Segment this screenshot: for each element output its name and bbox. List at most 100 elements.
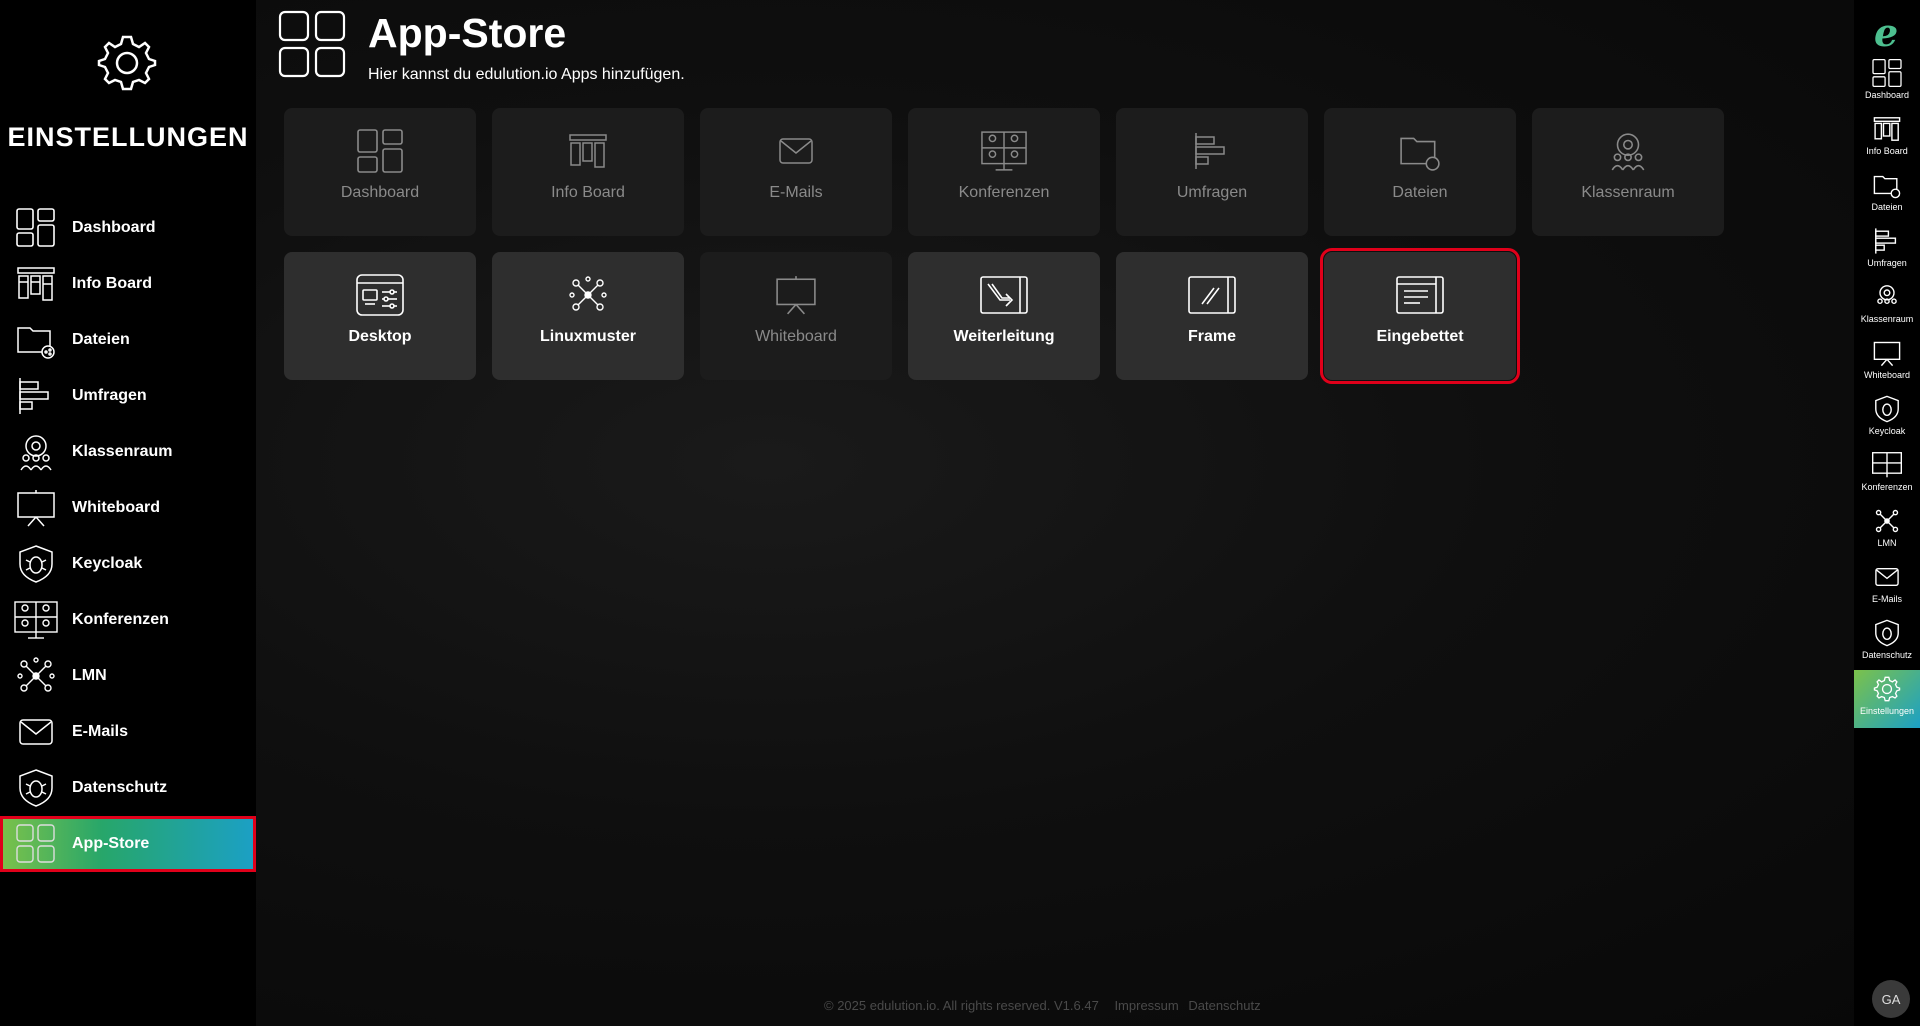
shield-icon bbox=[1871, 618, 1903, 648]
app-tile-label: Desktop bbox=[348, 328, 412, 345]
page-title: App-Store bbox=[368, 10, 567, 56]
footer-impressum-link[interactable]: Impressum bbox=[1114, 998, 1178, 1013]
classroom-icon bbox=[1602, 128, 1654, 174]
info-board-icon bbox=[1871, 114, 1903, 144]
dashboard-icon bbox=[1871, 58, 1903, 88]
sidebar-item-keycloak[interactable]: Keycloak bbox=[0, 536, 256, 592]
app-tile-conferences[interactable]: Konferenzen bbox=[908, 108, 1100, 236]
app-tile-emails[interactable]: E-Mails bbox=[700, 108, 892, 236]
sidebar-item-label: Dateien bbox=[72, 331, 130, 348]
info-board-icon bbox=[16, 264, 56, 304]
app-tile-surveys[interactable]: Umfragen bbox=[1116, 108, 1308, 236]
app-tile-desktop[interactable]: Desktop bbox=[284, 252, 476, 380]
whiteboard-icon bbox=[16, 488, 56, 528]
gear-icon bbox=[97, 35, 157, 91]
app-tile-whiteboard[interactable]: Whiteboard bbox=[700, 252, 892, 380]
shield-icon bbox=[16, 768, 56, 808]
embedded-icon bbox=[1394, 272, 1446, 318]
dashboard-icon bbox=[16, 208, 56, 248]
dashboard-icon bbox=[354, 128, 406, 174]
footer-privacy-link[interactable]: Datenschutz bbox=[1188, 998, 1260, 1013]
network-icon bbox=[16, 656, 56, 696]
sidebar-item-conferences[interactable]: Konferenzen bbox=[0, 592, 256, 648]
app-tile-label: Konferenzen bbox=[958, 184, 1050, 201]
sidebar-item-privacy[interactable]: Datenschutz bbox=[0, 760, 256, 816]
app-tile-files[interactable]: Dateien bbox=[1324, 108, 1516, 236]
classroom-icon bbox=[1871, 282, 1903, 312]
app-tile-info-board[interactable]: Info Board bbox=[492, 108, 684, 236]
app-tile-label: Klassenraum bbox=[1581, 184, 1675, 201]
sidebar-item-label: E-Mails bbox=[72, 723, 129, 740]
app-rail: e Dashboard Info Board Dateien Umfragen … bbox=[1854, 0, 1920, 1026]
rail-item-emails[interactable]: E-Mails bbox=[1854, 558, 1920, 612]
user-avatar[interactable]: GA bbox=[1872, 980, 1910, 1018]
app-tile-label: Whiteboard bbox=[755, 328, 837, 345]
app-tile-forwarding[interactable]: Weiterleitung bbox=[908, 252, 1100, 380]
app-tile-label: Dashboard bbox=[340, 184, 420, 201]
sidebar-item-label: Keycloak bbox=[72, 555, 143, 572]
app-tile-frame[interactable]: Frame bbox=[1116, 252, 1308, 380]
gear-icon bbox=[1871, 674, 1903, 704]
rail-item-label: Dateien bbox=[1871, 202, 1903, 212]
rail-item-label: Datenschutz bbox=[1861, 650, 1913, 660]
rail-item-keycloak[interactable]: Keycloak bbox=[1854, 390, 1920, 444]
files-icon bbox=[16, 320, 56, 360]
sidebar-item-label: App-Store bbox=[72, 835, 150, 852]
sidebar-title: EINSTELLUNGEN bbox=[7, 122, 249, 152]
rail-item-label: E-Mails bbox=[1871, 594, 1902, 604]
rail-item-label: LMN bbox=[1877, 538, 1897, 548]
rail-item-conferences[interactable]: Konferenzen bbox=[1854, 446, 1920, 500]
sidebar-item-classroom[interactable]: Klassenraum bbox=[0, 424, 256, 480]
sidebar-item-label: Datenschutz bbox=[72, 779, 168, 796]
rail-item-label: Umfragen bbox=[1867, 258, 1907, 268]
sidebar-item-emails[interactable]: E-Mails bbox=[0, 704, 256, 760]
footer: © 2025 edulution.io. All rights reserved… bbox=[824, 998, 1273, 1013]
sidebar-item-label: Klassenraum bbox=[72, 443, 173, 460]
rail-item-label: Dashboard bbox=[1864, 90, 1910, 100]
app-tile-classroom[interactable]: Klassenraum bbox=[1532, 108, 1724, 236]
app-tile-label: Eingebettet bbox=[1376, 328, 1464, 345]
shield-icon bbox=[16, 544, 56, 584]
classroom-icon bbox=[16, 432, 56, 472]
network-icon bbox=[562, 272, 614, 318]
rail-item-settings[interactable]: Einstellungen bbox=[1854, 670, 1920, 728]
whiteboard-icon bbox=[770, 272, 822, 318]
app-tile-linuxmuster[interactable]: Linuxmuster bbox=[492, 252, 684, 380]
rail-item-label: Klassenraum bbox=[1860, 314, 1914, 324]
app-tile-embedded[interactable]: Eingebettet bbox=[1320, 248, 1520, 384]
rail-item-label: Einstellungen bbox=[1859, 706, 1915, 716]
whiteboard-icon bbox=[1871, 338, 1903, 368]
rail-item-privacy[interactable]: Datenschutz bbox=[1854, 614, 1920, 668]
conference-icon bbox=[978, 128, 1030, 174]
surveys-icon bbox=[1186, 128, 1238, 174]
app-tile-dashboard[interactable]: Dashboard bbox=[284, 108, 476, 236]
rail-item-dashboard[interactable]: Dashboard bbox=[1854, 54, 1920, 108]
sidebar-item-app-store[interactable]: App-Store bbox=[0, 816, 256, 872]
mail-icon bbox=[770, 128, 822, 174]
surveys-icon bbox=[1871, 226, 1903, 256]
app-store-icon bbox=[16, 824, 56, 864]
files-icon bbox=[1394, 128, 1446, 174]
sidebar-item-label: Dashboard bbox=[72, 219, 156, 236]
sidebar-item-lmn[interactable]: LMN bbox=[0, 648, 256, 704]
rail-item-whiteboard[interactable]: Whiteboard bbox=[1854, 334, 1920, 388]
edulution-logo[interactable]: e bbox=[1874, 10, 1898, 55]
rail-item-label: Info Board bbox=[1866, 146, 1908, 156]
rail-item-surveys[interactable]: Umfragen bbox=[1854, 222, 1920, 276]
sidebar-item-files[interactable]: Dateien bbox=[0, 312, 256, 368]
sidebar-item-surveys[interactable]: Umfragen bbox=[0, 368, 256, 424]
sidebar-item-info-board[interactable]: Info Board bbox=[0, 256, 256, 312]
rail-item-files[interactable]: Dateien bbox=[1854, 166, 1920, 220]
rail-item-info-board[interactable]: Info Board bbox=[1854, 110, 1920, 164]
sidebar-item-dashboard[interactable]: Dashboard bbox=[0, 200, 256, 256]
sidebar-item-whiteboard[interactable]: Whiteboard bbox=[0, 480, 256, 536]
sidebar-item-label: Umfragen bbox=[72, 387, 147, 404]
shield-icon bbox=[1871, 394, 1903, 424]
app-tile-label: Frame bbox=[1187, 328, 1237, 345]
sidebar-item-label: Konferenzen bbox=[72, 611, 169, 628]
mail-icon bbox=[1871, 562, 1903, 592]
settings-sidebar: EINSTELLUNGEN Dashboard Info Board Datei… bbox=[0, 0, 256, 1026]
rail-item-lmn[interactable]: LMN bbox=[1854, 502, 1920, 556]
rail-item-classroom[interactable]: Klassenraum bbox=[1854, 278, 1920, 332]
conference-icon bbox=[14, 600, 58, 640]
